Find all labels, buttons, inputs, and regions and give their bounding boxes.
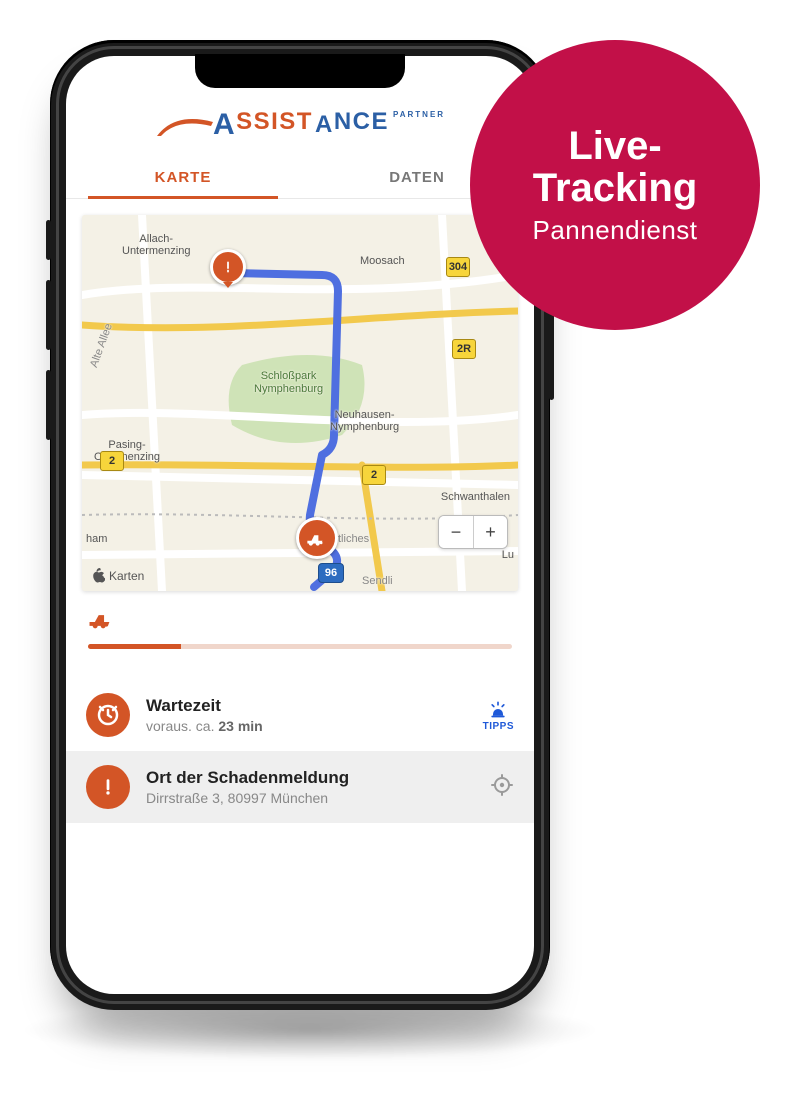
map-label: ham [86, 533, 107, 545]
promo-line1: Live- [568, 125, 661, 167]
eta-progress-fill [88, 644, 181, 649]
location-row[interactable]: Ort der Schadenmeldung Dirrstraße 3, 809… [66, 751, 534, 823]
apple-icon [92, 568, 105, 583]
zoom-in-button[interactable]: + [473, 516, 507, 548]
road-shield: 2R [452, 339, 476, 359]
wait-time-row: Wartezeit voraus. ca. 23 min TIPP [66, 679, 534, 751]
logo-swoosh-icon [155, 116, 215, 136]
eta-progress [88, 644, 512, 649]
brand-logo: A SSIST A NCE PARTNER [155, 108, 445, 136]
zoom-control: − + [438, 515, 508, 549]
map-attribution-text: Karten [109, 569, 144, 583]
tow-truck-icon [88, 616, 114, 633]
wait-title: Wartezeit [146, 696, 467, 716]
road-shield: 2 [100, 451, 124, 471]
tow-truck-pin-icon [296, 517, 338, 559]
tips-button[interactable]: TIPPS [483, 699, 514, 732]
location-sub: Dirrstraße 3, 80997 München [146, 790, 474, 806]
logo-letter-a2: A [315, 114, 334, 136]
progress-section [66, 591, 534, 649]
map-label: Lu [502, 549, 514, 561]
promo-sub: Pannendienst [532, 215, 697, 246]
map-label: Moosach [360, 255, 405, 267]
tab-bar: KARTE DATEN [66, 155, 534, 199]
map-label: Allach-Untermenzing [122, 233, 190, 257]
location-title: Ort der Schadenmeldung [146, 768, 474, 788]
map-view[interactable]: Allach-Untermenzing Moosach SchloßparkNy… [82, 215, 518, 591]
road-shield: 2 [362, 465, 386, 485]
logo-sup: PARTNER [393, 110, 445, 119]
tab-karte[interactable]: KARTE [66, 155, 300, 198]
map-label: Sendli [362, 575, 393, 587]
notch [195, 54, 405, 88]
logo-letter-a: A [213, 114, 236, 136]
road-shield: 304 [446, 257, 470, 277]
siren-icon [488, 699, 508, 719]
tips-label: TIPPS [483, 721, 514, 732]
alert-icon [86, 765, 130, 809]
locate-icon[interactable] [490, 773, 514, 802]
map-label: Neuhausen-Nymphenburg [330, 409, 399, 433]
incident-pin-icon [210, 249, 246, 285]
wait-sub: voraus. ca. 23 min [146, 718, 467, 734]
zoom-out-button[interactable]: − [439, 516, 473, 548]
map-label: SchloßparkNymphenburg [254, 370, 323, 395]
logo-text-right: NCE [334, 108, 389, 136]
logo-text-left: SSIST [236, 108, 313, 136]
map-label: tliches [338, 533, 369, 545]
promo-badge: Live- Tracking Pannendienst [470, 40, 760, 330]
timer-icon [86, 693, 130, 737]
road-shield: 96 [318, 563, 344, 583]
map-attribution: Karten [92, 568, 144, 583]
map-label: Schwanthalen [441, 491, 510, 503]
promo-line2: Tracking [533, 167, 698, 209]
